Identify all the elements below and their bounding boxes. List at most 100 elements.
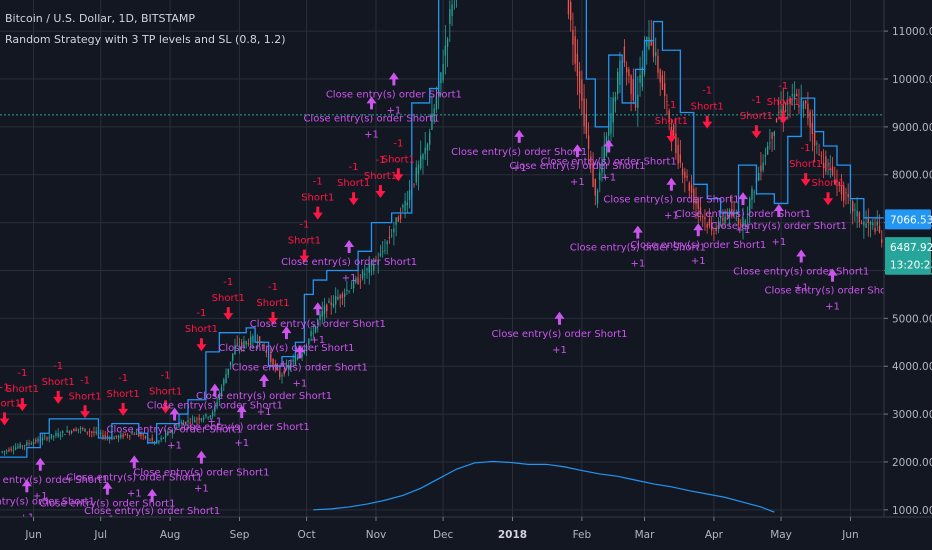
- candle-body: [61, 431, 64, 433]
- candle-body: [596, 190, 599, 204]
- candle-body: [17, 446, 19, 448]
- candle-body: [688, 182, 690, 191]
- close-arrow-stem: [150, 494, 154, 502]
- candle-body: [55, 433, 57, 436]
- price-axis-label: 9000.00: [892, 122, 932, 134]
- close-arrow-stem: [370, 102, 374, 110]
- price-chart[interactable]: -1Short1-1Short1-1Short1-1Short1-1Short1…: [0, 0, 932, 550]
- candle-body: [357, 277, 359, 285]
- candle-body: [196, 418, 198, 420]
- candle-body: [664, 83, 666, 96]
- candle-body: [617, 72, 619, 94]
- candle-body: [639, 74, 641, 83]
- candle-body: [751, 188, 753, 200]
- short-qty-label: -1: [666, 100, 676, 111]
- short-label: Short1: [0, 398, 21, 409]
- candle-body: [346, 289, 348, 292]
- candle-body: [876, 221, 878, 226]
- close-label: Close entry(s) order Short1: [174, 422, 310, 433]
- close-label: Close entry(s) order Short1: [630, 240, 766, 251]
- time-axis[interactable]: Jun Jul Aug Sep Oct Nov Dec 2018 Feb Mar Apr May Jun: [0, 516, 932, 550]
- candle-body: [706, 223, 708, 228]
- candle-body: [12, 449, 15, 451]
- short-label: Short1: [740, 111, 773, 122]
- candle-body: [6, 450, 8, 452]
- short-label: Short1: [42, 377, 75, 388]
- candle-body: [775, 118, 778, 122]
- short-arrow-stem: [396, 168, 400, 176]
- close-label: Close entry(s) order Short1: [250, 319, 386, 330]
- close-qty-label: +1: [310, 335, 325, 346]
- candle-body: [382, 251, 384, 253]
- price-tag-label: 6487.92: [890, 242, 932, 254]
- price-axis-label: 4000.00: [892, 361, 932, 373]
- candle-body: [223, 379, 225, 386]
- candle-body: [335, 296, 337, 305]
- candle-body: [753, 191, 755, 193]
- candle-body: [205, 413, 207, 417]
- time-axis-label: Feb: [573, 529, 592, 541]
- price-tags: 7066.53 6487.92 13:20:21: [885, 209, 932, 275]
- candle-body: [758, 172, 760, 181]
- candle-body: [865, 223, 867, 228]
- candle-body: [198, 418, 200, 420]
- candle-body: [50, 434, 53, 438]
- candle-body: [442, 64, 444, 81]
- candle-body: [713, 233, 715, 234]
- candle-body: [1, 451, 3, 453]
- symbol-title: Bitcoin / U.S. Dollar, 1D, BITSTAMP: [5, 12, 195, 25]
- close-label: Close entry(s) order Short1: [196, 391, 332, 402]
- candle-body: [791, 94, 793, 96]
- candle-body: [641, 67, 643, 88]
- close-arrow-stem: [284, 332, 288, 340]
- close-qty-label: +1: [691, 256, 706, 267]
- candle-body: [429, 132, 431, 145]
- candle-body: [851, 201, 854, 212]
- time-axis-label: 2018: [498, 529, 527, 541]
- candle-body: [417, 164, 420, 175]
- short-arrow-stem: [226, 307, 230, 315]
- candle-body: [408, 190, 411, 201]
- close-label: Close entry(s) order Short1: [764, 286, 900, 297]
- close-qty-label: +1: [167, 441, 182, 452]
- close-arrow-stem: [831, 274, 835, 282]
- candle-body: [270, 353, 272, 362]
- close-qty-label: +1: [127, 488, 142, 499]
- candle-body: [404, 201, 406, 211]
- candle-body: [41, 437, 44, 441]
- candle-body: [594, 178, 596, 196]
- candle-body: [35, 439, 37, 442]
- candle-body: [361, 271, 364, 279]
- candle-body: [100, 432, 102, 434]
- close-arrow-stem: [316, 308, 320, 316]
- price-axis[interactable]: 11000.0010000.009000.008000.007000.00600…: [883, 0, 932, 550]
- close-qty-label: +1: [257, 407, 272, 418]
- candle-body: [399, 214, 402, 219]
- close-arrow-stem: [777, 210, 781, 218]
- close-arrow-stem: [392, 78, 396, 86]
- candle-body: [847, 194, 849, 198]
- candle-body: [578, 71, 581, 94]
- candle-body: [151, 438, 153, 441]
- candle-body: [144, 435, 147, 439]
- candle-body: [350, 287, 353, 289]
- close-arrow-stem: [262, 379, 266, 387]
- close-label: Close entry(s) order Short1: [133, 468, 269, 479]
- time-axis-label: Oct: [298, 529, 316, 541]
- candle-body: [79, 428, 82, 429]
- short-label: Short1: [789, 159, 822, 170]
- candle-body: [202, 417, 205, 420]
- candle-body: [64, 434, 66, 436]
- candle-body: [690, 184, 693, 193]
- close-qty-label: +1: [194, 484, 209, 495]
- strategy-title: Random Strategy with 3 TP levels and SL …: [5, 33, 286, 46]
- short-qty-label: -1: [313, 177, 323, 188]
- candle-body: [75, 429, 77, 431]
- short-qty-label: -1: [751, 95, 761, 106]
- short-label: Short1: [301, 193, 334, 204]
- candle-body: [630, 75, 632, 94]
- close-label: Close entry(s) order Short1: [603, 195, 739, 206]
- close-qty-label: +1: [570, 177, 585, 188]
- candle-body: [583, 98, 585, 127]
- candle-body: [858, 212, 861, 222]
